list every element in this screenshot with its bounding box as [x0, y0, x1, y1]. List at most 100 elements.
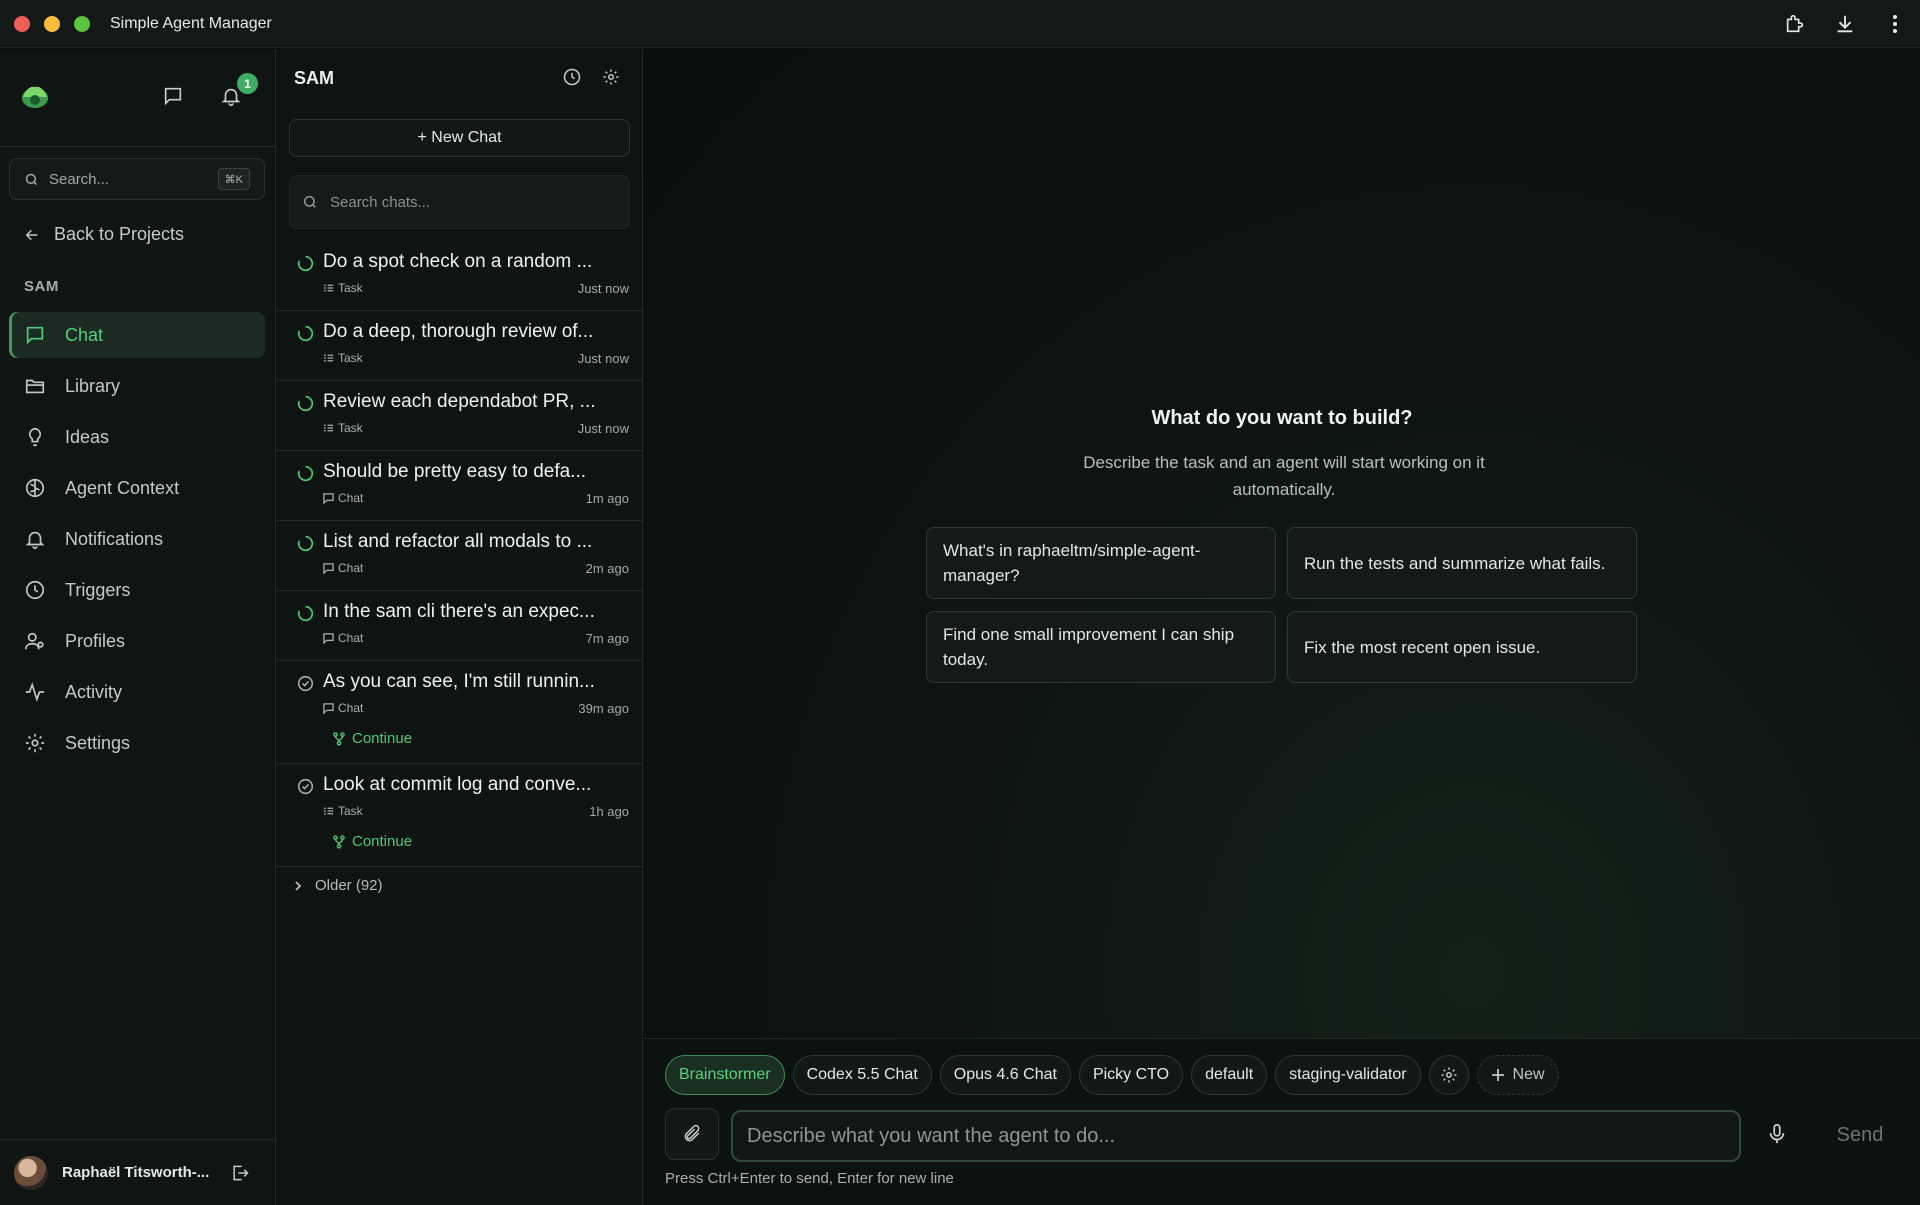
- new-profile-button[interactable]: New: [1476, 1055, 1559, 1095]
- back-to-projects-link[interactable]: Back to Projects: [24, 224, 184, 245]
- chat-item-time: 2m ago: [585, 561, 629, 576]
- history-icon[interactable]: [562, 67, 582, 87]
- close-window-button[interactable]: [14, 15, 30, 32]
- chat-list-item[interactable]: Review each dependabot PR, ... Task Just…: [277, 381, 643, 451]
- chat-item-title: In the sam cli there's an expec...: [323, 601, 595, 622]
- running-spinner-icon: [297, 255, 314, 272]
- chat-search-input[interactable]: Search chats...: [289, 175, 630, 229]
- chat-item-type: Chat: [338, 701, 364, 715]
- running-spinner-icon: [297, 325, 314, 342]
- check-circle-icon: [297, 778, 314, 795]
- app-logo[interactable]: [20, 83, 50, 109]
- chat-list-item[interactable]: As you can see, I'm still runnin... Chat…: [277, 661, 643, 764]
- running-spinner-icon: [297, 605, 314, 622]
- nav-label: Chat: [65, 324, 104, 345]
- profile-settings-button[interactable]: [1428, 1055, 1469, 1095]
- profiles-icon: [23, 629, 47, 653]
- suggestion-card[interactable]: Run the tests and summarize what fails.: [1287, 527, 1637, 599]
- nav-item-profiles[interactable]: Profiles: [9, 618, 265, 664]
- chat-item-type: Chat: [338, 561, 364, 575]
- prompt-input[interactable]: Describe what you want the agent to do..…: [731, 1110, 1741, 1162]
- running-spinner-icon: [297, 465, 314, 482]
- maximize-window-button[interactable]: [74, 15, 90, 32]
- logout-icon[interactable]: [230, 1163, 250, 1183]
- chat-item-title: Look at commit log and conve...: [323, 774, 592, 795]
- chat-item-time: Just now: [577, 351, 629, 366]
- chat-bubble-icon: [323, 702, 334, 714]
- send-button[interactable]: Send: [1820, 1109, 1900, 1161]
- chat-item-type: Task: [338, 351, 363, 365]
- back-label: Back to Projects: [54, 224, 185, 244]
- chat-list-item[interactable]: Look at commit log and conve... Task 1h …: [277, 764, 643, 867]
- task-icon: [323, 806, 334, 816]
- profile-chip-staging-validator[interactable]: staging-validator: [1275, 1055, 1421, 1095]
- nav-label: Notifications: [65, 528, 164, 549]
- nav-label: Activity: [65, 681, 123, 702]
- nav-item-chat[interactable]: Chat: [9, 312, 265, 358]
- chat-list-panel: SAM + New Chat Search chats... Do a spot…: [277, 49, 643, 1205]
- nav-item-ideas[interactable]: Ideas: [9, 414, 265, 460]
- profile-chip-opus[interactable]: Opus 4.6 Chat: [939, 1055, 1071, 1095]
- global-search-input[interactable]: Search... ⌘K: [9, 158, 265, 200]
- nav-item-settings[interactable]: Settings: [9, 720, 265, 766]
- nav-item-triggers[interactable]: Triggers: [9, 567, 265, 613]
- chat-item-type: Task: [338, 421, 363, 435]
- suggestion-card[interactable]: Fix the most recent open issue.: [1287, 611, 1637, 683]
- task-icon: [323, 423, 334, 433]
- new-chat-button[interactable]: + New Chat: [289, 119, 630, 157]
- project-nav: Chat Library Ideas Agent Context Notific…: [9, 312, 265, 771]
- chat-list-title: SAM: [294, 68, 334, 88]
- nav-label: Profiles: [65, 630, 126, 651]
- check-circle-icon: [297, 675, 314, 692]
- nav-item-activity[interactable]: Activity: [9, 669, 265, 715]
- more-menu-icon[interactable]: [1870, 0, 1920, 48]
- chat-item-title: Should be pretty easy to defa...: [323, 461, 587, 482]
- profile-chip-brainstormer[interactable]: Brainstormer: [665, 1055, 785, 1095]
- task-icon: [323, 353, 334, 363]
- chat-list-item[interactable]: In the sam cli there's an expec... Chat …: [277, 591, 643, 661]
- minimize-window-button[interactable]: [44, 15, 60, 32]
- chat-list-item[interactable]: Do a spot check on a random ... Task Jus…: [277, 241, 643, 311]
- branch-icon: [332, 834, 346, 849]
- attach-button[interactable]: [665, 1108, 719, 1160]
- microphone-icon[interactable]: [1766, 1122, 1788, 1146]
- search-shortcut: ⌘K: [217, 168, 250, 190]
- chat-settings-icon[interactable]: [602, 68, 620, 86]
- plus-icon: [1491, 1068, 1505, 1082]
- nav-item-notifications[interactable]: Notifications: [9, 516, 265, 562]
- avatar[interactable]: [14, 1155, 48, 1190]
- window-controls: [14, 15, 90, 32]
- search-icon: [24, 172, 39, 187]
- older-chats-toggle[interactable]: Older (92): [293, 877, 383, 894]
- extensions-icon[interactable]: [1770, 0, 1820, 48]
- folder-icon: [23, 374, 47, 398]
- gear-icon: [23, 731, 47, 755]
- chat-list-item[interactable]: Should be pretty easy to defa... Chat 1m…: [277, 451, 643, 521]
- brain-icon: [23, 476, 47, 500]
- chat-item-title: List and refactor all modals to ...: [323, 531, 593, 552]
- nav-label: Agent Context: [65, 477, 180, 498]
- activity-icon: [23, 680, 47, 704]
- continue-button[interactable]: Continue: [332, 730, 412, 747]
- chat-list-item[interactable]: List and refactor all modals to ... Chat…: [277, 521, 643, 591]
- chat-list-item[interactable]: Do a deep, thorough review of... Task Ju…: [277, 311, 643, 381]
- chevron-right-icon: [293, 880, 303, 892]
- profile-chip-codex[interactable]: Codex 5.5 Chat: [792, 1055, 932, 1095]
- chat-item-time: Just now: [577, 421, 629, 436]
- profile-chip-picky-cto[interactable]: Picky CTO: [1078, 1055, 1184, 1095]
- nav-label: Triggers: [65, 579, 131, 600]
- download-icon[interactable]: [1820, 0, 1870, 48]
- chat-item-time: Just now: [577, 281, 629, 296]
- nav-item-library[interactable]: Library: [9, 363, 265, 409]
- suggestion-card[interactable]: Find one small improvement I can ship to…: [926, 611, 1276, 683]
- continue-button[interactable]: Continue: [332, 833, 412, 850]
- search-placeholder: Search...: [49, 170, 110, 188]
- messages-icon[interactable]: [162, 85, 184, 107]
- suggestion-card[interactable]: What's in raphaeltm/simple-agent-manager…: [926, 527, 1276, 599]
- gear-icon: [1440, 1066, 1458, 1084]
- sidebar: 1 Search... ⌘K Back to Projects SAM Chat…: [0, 49, 276, 1205]
- nav-label: Library: [65, 375, 121, 396]
- nav-item-agent-context[interactable]: Agent Context: [9, 465, 265, 511]
- page-title: What do you want to build?: [1151, 407, 1413, 429]
- profile-chip-default[interactable]: default: [1191, 1055, 1268, 1095]
